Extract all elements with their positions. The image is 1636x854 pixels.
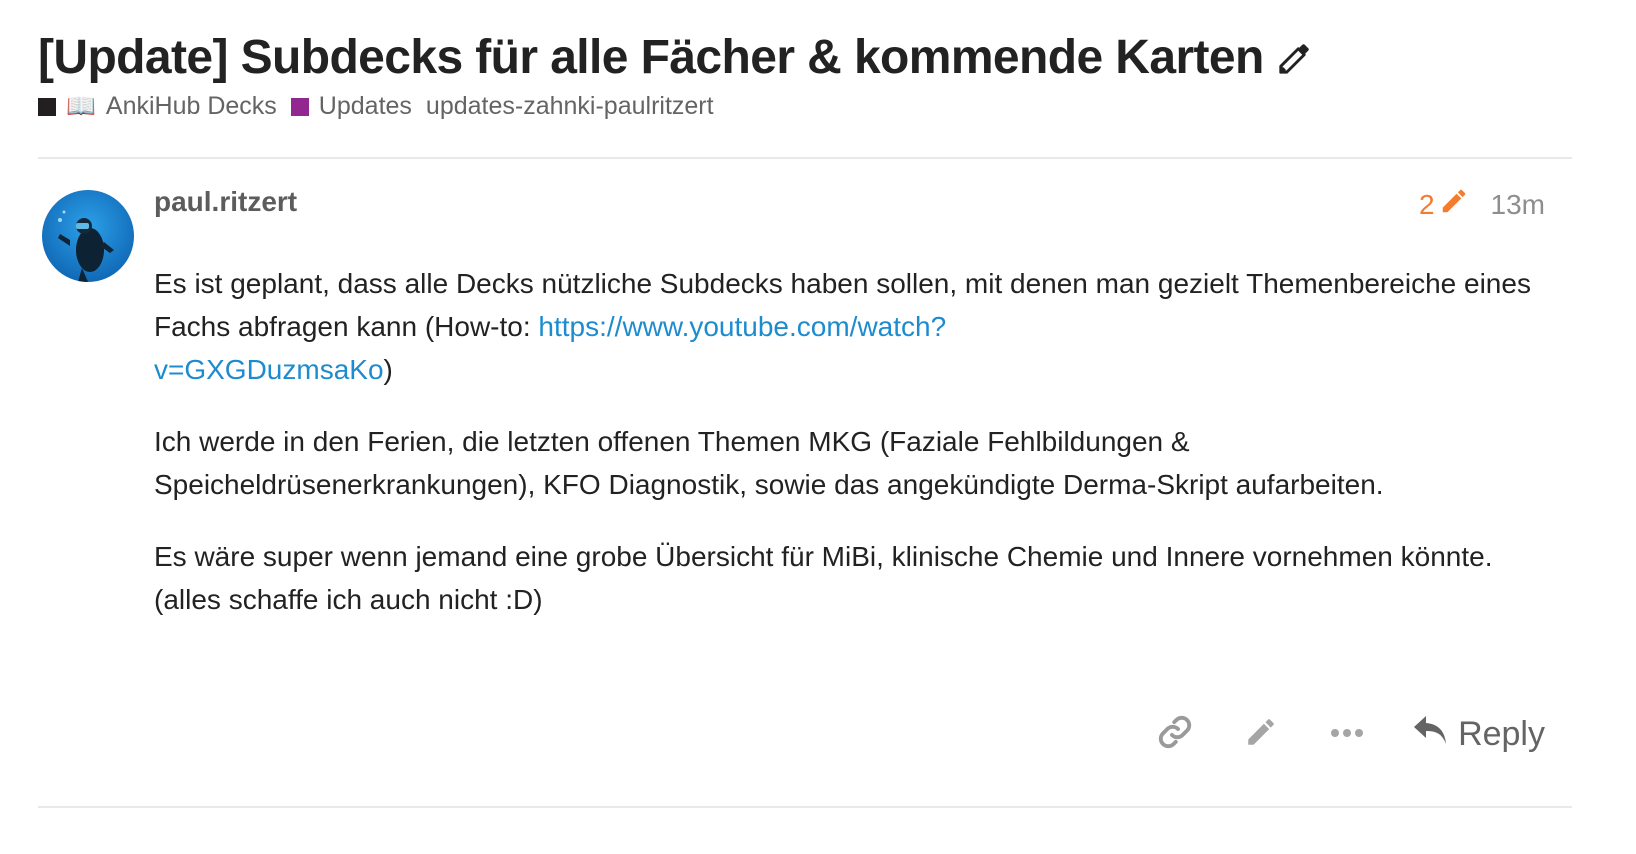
- reply-button[interactable]: Reply: [1412, 714, 1545, 755]
- divider: [38, 157, 1572, 159]
- post-actions: Reply: [1132, 706, 1545, 762]
- avatar[interactable]: [42, 190, 134, 282]
- reply-label: Reply: [1458, 714, 1545, 753]
- post-paragraph: Es wäre super wenn jemand eine grobe Übe…: [154, 541, 1493, 615]
- category-label: Updates: [318, 92, 412, 120]
- copy-link-button[interactable]: [1132, 706, 1218, 762]
- post-meta: 2 13m: [1419, 186, 1545, 223]
- edit-history-button[interactable]: 2: [1419, 186, 1469, 223]
- category-ankihub-decks[interactable]: 📖 AnkiHub Decks: [38, 92, 277, 121]
- category-color-swatch: [290, 97, 309, 116]
- topic-category-row: 📖 AnkiHub Decks Updates updates-zahnki-p…: [38, 92, 714, 121]
- post-paragraph: Es ist geplant, dass alle Decks nützlich…: [154, 262, 1534, 391]
- pencil-icon: [1244, 715, 1278, 754]
- more-icon: [1330, 725, 1364, 743]
- post-paragraph: Ich werde in den Ferien, die letzten off…: [154, 426, 1384, 500]
- pencil-icon[interactable]: [1276, 38, 1316, 78]
- category-label: AnkiHub Decks: [105, 92, 277, 120]
- more-actions-button[interactable]: [1304, 706, 1390, 762]
- edit-post-button[interactable]: [1218, 706, 1304, 762]
- link-icon: [1157, 714, 1193, 755]
- divider: [38, 806, 1572, 808]
- link-text: v=GXGDuzmsaKo: [154, 354, 384, 385]
- pencil-icon: [1439, 186, 1469, 223]
- topic-title[interactable]: [Update] Subdecks für alle Fächer & komm…: [38, 30, 1264, 85]
- post-body: Es ist geplant, dass alle Decks nützlich…: [154, 262, 1534, 650]
- topic-page: [Update] Subdecks für alle Fächer & komm…: [0, 0, 1636, 854]
- post-username[interactable]: paul.ritzert: [154, 186, 297, 218]
- reply-icon: [1412, 714, 1448, 755]
- link-text: https://www.youtube.com/watch?: [538, 311, 947, 342]
- topic-tag[interactable]: updates-zahnki-paulritzert: [426, 92, 714, 121]
- category-updates[interactable]: Updates: [290, 92, 412, 121]
- topic-title-row: [Update] Subdecks für alle Fächer & komm…: [38, 30, 1316, 85]
- post-date[interactable]: 13m: [1491, 189, 1545, 221]
- paragraph-text: ): [383, 354, 393, 385]
- edit-count: 2: [1418, 188, 1435, 220]
- open-book-icon: 📖: [66, 93, 96, 120]
- category-color-swatch: [38, 97, 56, 116]
